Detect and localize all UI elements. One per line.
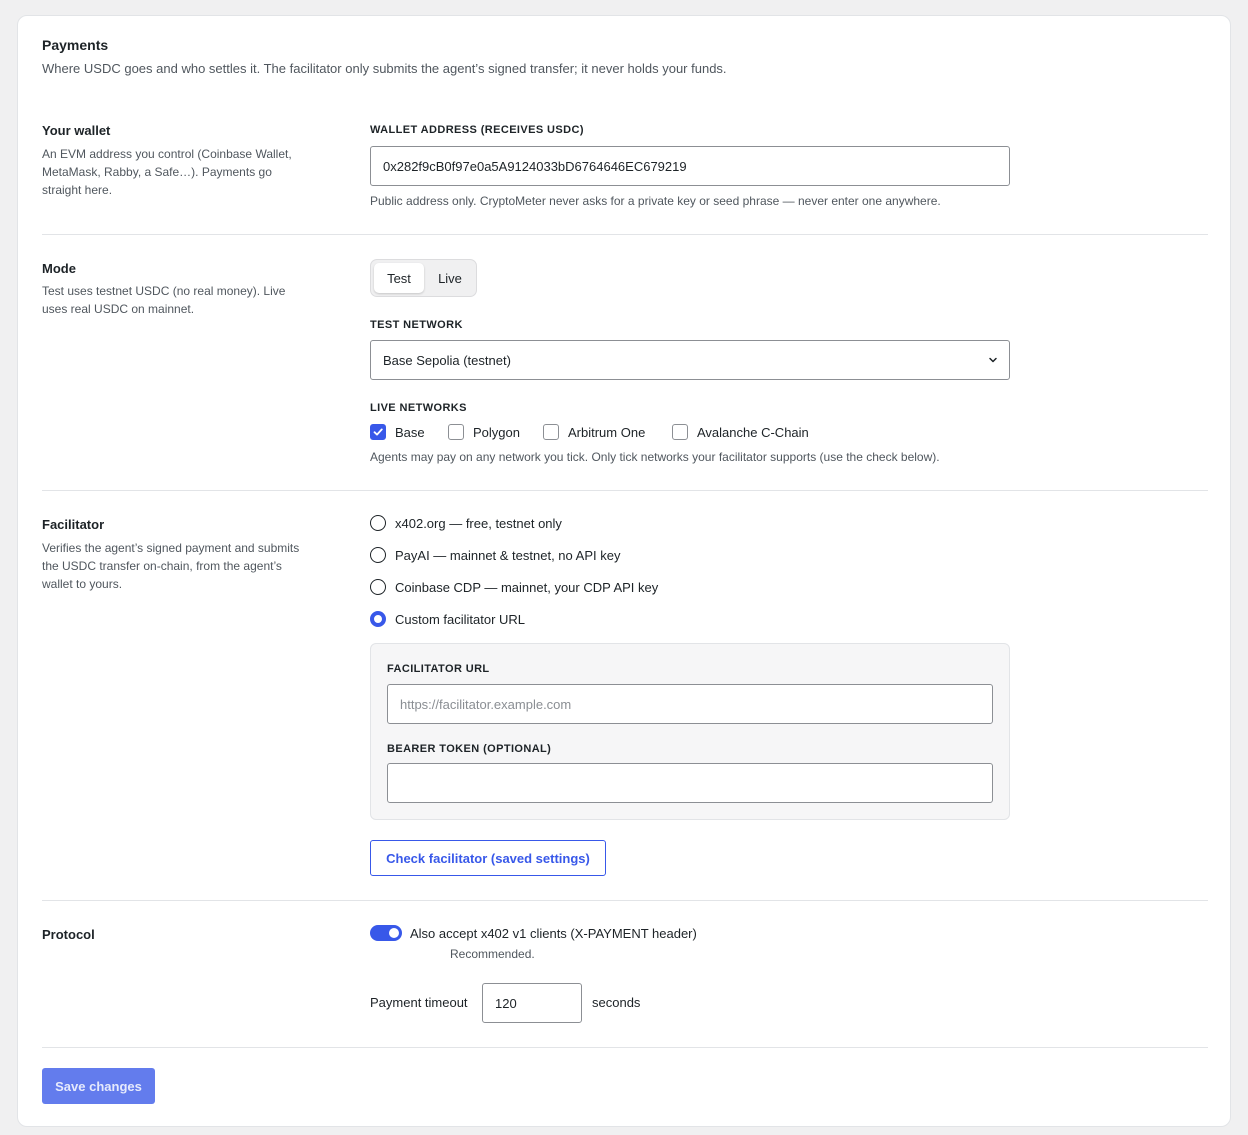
radio-button[interactable]: [370, 579, 386, 595]
wallet-address-label: Wallet address (receives USDC): [370, 124, 584, 136]
checkbox[interactable]: [370, 424, 386, 440]
payments-settings-card: Payments Where USDC goes and who settles…: [17, 15, 1231, 1127]
facilitator-option-label: PayAI — mainnet & testnet, no API key: [395, 547, 621, 563]
network-label: Polygon: [473, 424, 520, 440]
accept-v1-note: Recommended.: [450, 947, 535, 961]
timeout-label: Payment timeout: [370, 995, 468, 1010]
page-title: Payments: [42, 37, 109, 53]
check-icon: [373, 428, 383, 436]
bearer-token-input[interactable]: [387, 763, 993, 803]
test-network-select[interactable]: Base Sepolia (testnet): [370, 340, 1010, 380]
check-facilitator-button[interactable]: Check facilitator (saved settings): [370, 840, 606, 876]
facilitator-option-label: x402.org — free, testnet only: [395, 515, 562, 531]
facilitator-option-payai[interactable]: PayAI — mainnet & testnet, no API key: [370, 547, 620, 563]
timeout-unit: seconds: [592, 995, 641, 1010]
wallet-help-text: Public address only. CryptoMeter never a…: [370, 194, 941, 208]
network-checkbox-base[interactable]: Base: [370, 424, 425, 440]
facilitator-section-title: Facilitator: [42, 517, 105, 532]
checkbox[interactable]: [543, 424, 559, 440]
timeout-value: 120: [495, 995, 517, 1011]
accept-v1-toggle[interactable]: [370, 925, 402, 941]
mode-test-button[interactable]: Test: [374, 263, 424, 293]
divider: [42, 490, 1208, 491]
wallet-section-description: An EVM address you control (Coinbase Wal…: [42, 147, 292, 197]
mode-section-title: Mode: [42, 261, 76, 276]
wallet-address-input[interactable]: 0x282f9cB0f97e0a5A9124033bD6764646EC6792…: [370, 146, 1010, 186]
wallet-section-title: Your wallet: [42, 123, 111, 138]
timeout-input[interactable]: 120: [482, 983, 582, 1023]
radio-button[interactable]: [370, 515, 386, 531]
network-checkbox-arbitrum[interactable]: Arbitrum One: [543, 424, 645, 440]
facilitator-url-label: Facilitator URL: [387, 663, 490, 675]
facilitator-option-label: Custom facilitator URL: [395, 611, 526, 627]
facilitator-option-x402[interactable]: x402.org — free, testnet only: [370, 515, 562, 531]
facilitator-section-description: Verifies the agent’s signed payment and …: [42, 541, 300, 591]
facilitator-url-placeholder: https://facilitator.example.com: [400, 696, 572, 712]
custom-facilitator-panel: Facilitator URL https://facilitator.exam…: [370, 643, 1010, 820]
network-label: Avalanche C-Chain: [697, 424, 809, 440]
toggle-knob: [389, 928, 399, 938]
wallet-address-value: 0x282f9cB0f97e0a5A9124033bD6764646EC6792…: [383, 158, 687, 174]
facilitator-option-coinbase[interactable]: Coinbase CDP — mainnet, your CDP API key: [370, 579, 658, 595]
divider: [42, 900, 1208, 901]
test-network-label: Test network: [370, 319, 463, 331]
save-changes-button[interactable]: Save changes: [42, 1068, 155, 1104]
network-label: Arbitrum One: [568, 424, 646, 440]
mode-segmented-control: Test Live: [370, 259, 477, 297]
page-description: Where USDC goes and who settles it. The …: [42, 61, 727, 76]
mode-section-description: Test uses testnet USDC (no real money). …: [42, 284, 286, 316]
network-label: Base: [395, 424, 425, 440]
network-checkbox-polygon[interactable]: Polygon: [448, 424, 520, 440]
checkbox[interactable]: [672, 424, 688, 440]
facilitator-url-input[interactable]: https://facilitator.example.com: [387, 684, 993, 724]
mode-live-button[interactable]: Live: [426, 263, 474, 293]
facilitator-option-label: Coinbase CDP — mainnet, your CDP API key: [395, 579, 659, 595]
checkbox[interactable]: [448, 424, 464, 440]
radio-button[interactable]: [370, 611, 386, 627]
chevron-down-icon: [989, 357, 997, 363]
test-network-value: Base Sepolia (testnet): [383, 352, 511, 368]
radio-button[interactable]: [370, 547, 386, 563]
divider: [42, 1047, 1208, 1048]
live-networks-label: Live networks: [370, 402, 467, 414]
protocol-section-title: Protocol: [42, 927, 95, 942]
bearer-token-label: Bearer token (optional): [387, 743, 552, 755]
divider: [42, 234, 1208, 235]
live-networks-help-text: Agents may pay on any network you tick. …: [370, 450, 940, 464]
accept-v1-label: Also accept x402 v1 clients (X-PAYMENT h…: [410, 926, 697, 941]
network-checkbox-avalanche[interactable]: Avalanche C-Chain: [672, 424, 809, 440]
facilitator-option-custom[interactable]: Custom facilitator URL: [370, 611, 525, 627]
